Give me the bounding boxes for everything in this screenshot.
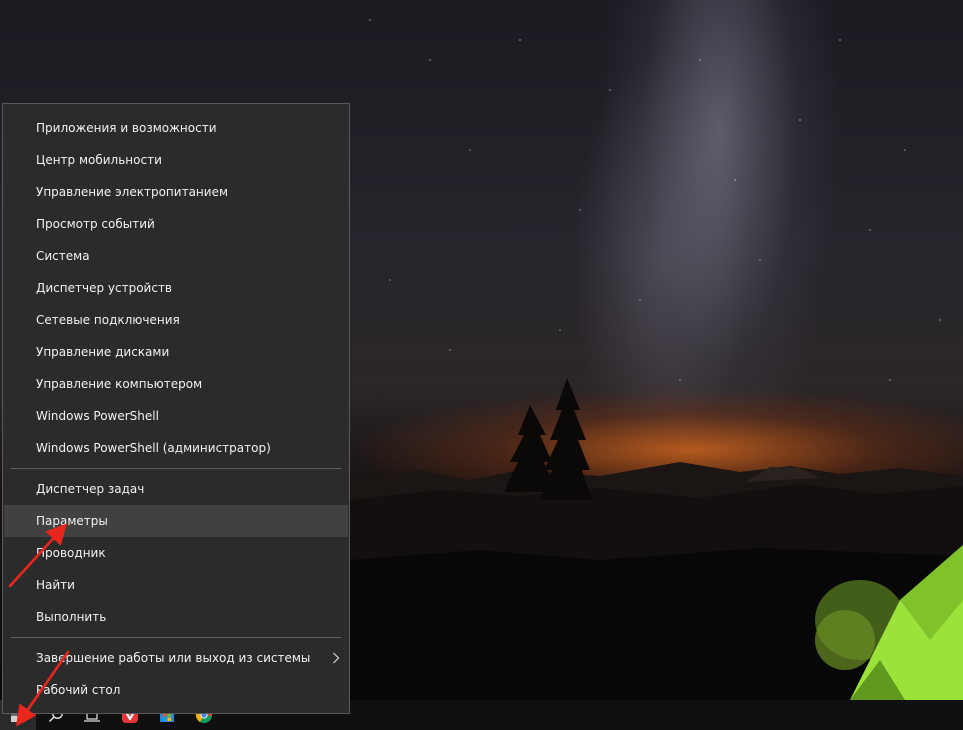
menu-item-system[interactable]: Система bbox=[4, 240, 348, 272]
menu-item-explorer[interactable]: Проводник bbox=[4, 537, 348, 569]
menu-item-computer-management[interactable]: Управление компьютером bbox=[4, 368, 348, 400]
menu-item-powershell[interactable]: Windows PowerShell bbox=[4, 400, 348, 432]
menu-item-label: Завершение работы или выход из системы bbox=[36, 651, 311, 665]
menu-item-powershell-admin[interactable]: Windows PowerShell (администратор) bbox=[4, 432, 348, 464]
menu-item-shutdown-signout[interactable]: Завершение работы или выход из системы bbox=[4, 642, 348, 674]
menu-item-event-viewer[interactable]: Просмотр событий bbox=[4, 208, 348, 240]
menu-item-task-manager[interactable]: Диспетчер задач bbox=[4, 473, 348, 505]
menu-separator bbox=[11, 637, 341, 638]
menu-item-desktop[interactable]: Рабочий стол bbox=[4, 674, 348, 706]
chevron-right-icon bbox=[332, 642, 340, 674]
menu-item-device-manager[interactable]: Диспетчер устройств bbox=[4, 272, 348, 304]
menu-item-power-options[interactable]: Управление электропитанием bbox=[4, 176, 348, 208]
menu-item-network-connections[interactable]: Сетевые подключения bbox=[4, 304, 348, 336]
menu-item-disk-management[interactable]: Управление дисками bbox=[4, 336, 348, 368]
menu-item-search[interactable]: Найти bbox=[4, 569, 348, 601]
menu-separator bbox=[11, 468, 341, 469]
menu-item-run[interactable]: Выполнить bbox=[4, 601, 348, 633]
menu-item-mobility-center[interactable]: Центр мобильности bbox=[4, 144, 348, 176]
menu-item-settings[interactable]: Параметры bbox=[4, 505, 348, 537]
power-user-menu: Приложения и возможности Центр мобильнос… bbox=[2, 103, 350, 714]
menu-item-apps-features[interactable]: Приложения и возможности bbox=[4, 112, 348, 144]
